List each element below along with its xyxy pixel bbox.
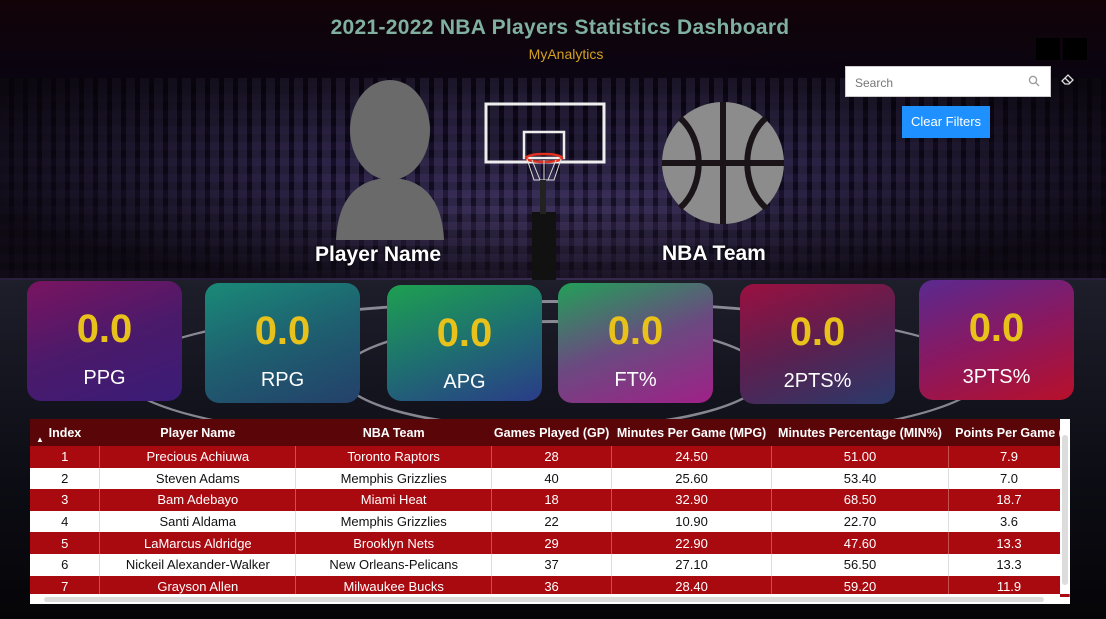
window-control-button[interactable] — [1036, 38, 1060, 60]
table-row[interactable]: 6 Nickeil Alexander-Walker New Orleans-Pel… — [30, 553, 1070, 576]
table-cell: Steven Adams — [99, 467, 297, 490]
scrollbar-thumb[interactable] — [1062, 435, 1068, 585]
window-control-button[interactable] — [1063, 38, 1087, 60]
table-cell: 24.50 — [611, 446, 773, 468]
kpi-label: 2PTS% — [783, 370, 852, 392]
kpi-label: PPG — [83, 367, 126, 389]
column-header-minutes-per-game[interactable]: Minutes Per Game (MPG) — [612, 419, 772, 446]
table-cell: 68.50 — [771, 489, 949, 511]
table-cell: 2 — [30, 467, 101, 490]
table-cell: Precious Achiuwa — [99, 446, 297, 468]
column-header-nba-team[interactable]: NBA Team — [296, 419, 492, 446]
table-cell: 47.60 — [771, 532, 949, 554]
table-row[interactable]: 2 Steven Adams Memphis Grizzlies 40 25.60 53.… — [30, 467, 1070, 490]
table-row[interactable]: 1 Precious Achiuwa Toronto Raptors 28 24.50 5… — [30, 446, 1070, 468]
table-row[interactable]: 5 LaMarcus Aldridge Brooklyn Nets 29 22.90 47… — [30, 532, 1070, 554]
table-cell: Santi Aldama — [99, 510, 297, 533]
table-cell: 6 — [30, 553, 101, 576]
table-row[interactable]: 3 Bam Adebayo Miami Heat 18 32.90 68.50 18.7 — [30, 489, 1070, 511]
column-header-label: Index — [48, 425, 82, 440]
table-cell: 7.9 — [948, 446, 1070, 468]
sort-ascending-icon: ▲ — [36, 435, 44, 444]
table-cell: Nickeil Alexander-Walker — [99, 553, 297, 576]
kpi-label: FT% — [614, 369, 657, 391]
table-cell: 53.40 — [771, 467, 949, 490]
basketball-hoop-icon — [484, 102, 606, 280]
table-cell: 3 — [30, 489, 101, 511]
table-cell: Miami Heat — [295, 489, 493, 511]
player-silhouette-icon — [336, 80, 444, 240]
kpi-card-2pts: 0.0 2PTS% — [740, 284, 895, 404]
table-cell: Memphis Grizzlies — [295, 510, 493, 533]
table-cell: 29 — [491, 532, 613, 554]
table-cell: Memphis Grizzlies — [295, 467, 493, 490]
kpi-card-apg: 0.0 APG — [387, 285, 542, 401]
table-cell: 56.50 — [771, 553, 949, 576]
kpi-value: 0.0 — [789, 310, 846, 354]
page-title: 2021-2022 NBA Players Statistics Dashboa… — [330, 16, 790, 39]
eraser-icon[interactable] — [1060, 72, 1076, 86]
table-cell: 28 — [491, 446, 613, 468]
column-header-player-name[interactable]: Player Name — [100, 419, 296, 446]
table-cell: 22.70 — [771, 510, 949, 533]
table-cell: 5 — [30, 532, 101, 554]
kpi-label: APG — [443, 371, 486, 393]
table-row[interactable]: 4 Santi Aldama Memphis Grizzlies 22 10.90 22.… — [30, 510, 1070, 533]
kpi-label: 3PTS% — [962, 366, 1031, 388]
column-header-points-per-game[interactable]: Points Per Game ( — [948, 419, 1069, 446]
kpi-card-ft: 0.0 FT% — [558, 283, 713, 403]
kpi-value: 0.0 — [76, 307, 133, 351]
kpi-label: RPG — [260, 369, 305, 391]
page-subtitle: MyAnalytics — [528, 46, 604, 62]
table-cell: New Orleans-Pelicans — [295, 553, 493, 576]
vertical-scrollbar[interactable] — [1060, 419, 1070, 594]
table-cell: 32.90 — [611, 489, 773, 511]
table-cell: 22 — [491, 510, 613, 533]
player-name-label: Player Name — [315, 243, 442, 266]
kpi-value: 0.0 — [254, 309, 311, 353]
kpi-card-rpg: 0.0 RPG — [205, 283, 360, 403]
column-header-games-played[interactable]: Games Played (GP) — [492, 419, 612, 446]
table-cell: LaMarcus Aldridge — [99, 532, 297, 554]
table-cell: 27.10 — [611, 553, 773, 576]
table-cell: 3.6 — [948, 510, 1070, 533]
players-table: Index ▲ Player Name NBA Team Games Played… — [30, 419, 1070, 604]
kpi-value: 0.0 — [607, 309, 664, 353]
table-cell: 13.3 — [948, 532, 1070, 554]
table-cell: 22.90 — [611, 532, 773, 554]
table-cell: 18 — [491, 489, 613, 511]
table-cell: Brooklyn Nets — [295, 532, 493, 554]
table-cell: 4 — [30, 510, 101, 533]
table-cell: Bam Adebayo — [99, 489, 297, 511]
kpi-card-ppg: 0.0 PPG — [27, 281, 182, 401]
table-header-row: Index ▲ Player Name NBA Team Games Played… — [30, 419, 1070, 446]
table-cell: 18.7 — [948, 489, 1070, 511]
search-placeholder: Search — [855, 76, 894, 90]
search-icon[interactable] — [1028, 75, 1040, 87]
scrollbar-thumb[interactable] — [44, 597, 1044, 602]
kpi-value: 0.0 — [968, 306, 1025, 350]
kpi-value: 0.0 — [436, 311, 493, 355]
table-cell: 40 — [491, 467, 613, 490]
table-cell: 1 — [30, 446, 101, 468]
table-cell: 10.90 — [611, 510, 773, 533]
column-header-minutes-percentage[interactable]: Minutes Percentage (MIN%) — [772, 419, 949, 446]
table-cell: 25.60 — [611, 467, 773, 490]
basketball-icon — [662, 102, 784, 224]
kpi-card-3pts: 0.0 3PTS% — [919, 280, 1074, 400]
table-cell: 51.00 — [771, 446, 949, 468]
search-input[interactable]: Search — [845, 66, 1051, 97]
clear-filters-button[interactable]: Clear Filters — [902, 106, 990, 138]
table-cell: 37 — [491, 553, 613, 576]
table-cell: 13.3 — [948, 553, 1070, 576]
table-cell: 7.0 — [948, 467, 1070, 490]
column-header-index[interactable]: Index ▲ — [30, 419, 100, 446]
horizontal-scrollbar[interactable] — [30, 594, 1060, 604]
table-cell: Toronto Raptors — [295, 446, 493, 468]
nba-team-label: NBA Team — [662, 242, 766, 265]
